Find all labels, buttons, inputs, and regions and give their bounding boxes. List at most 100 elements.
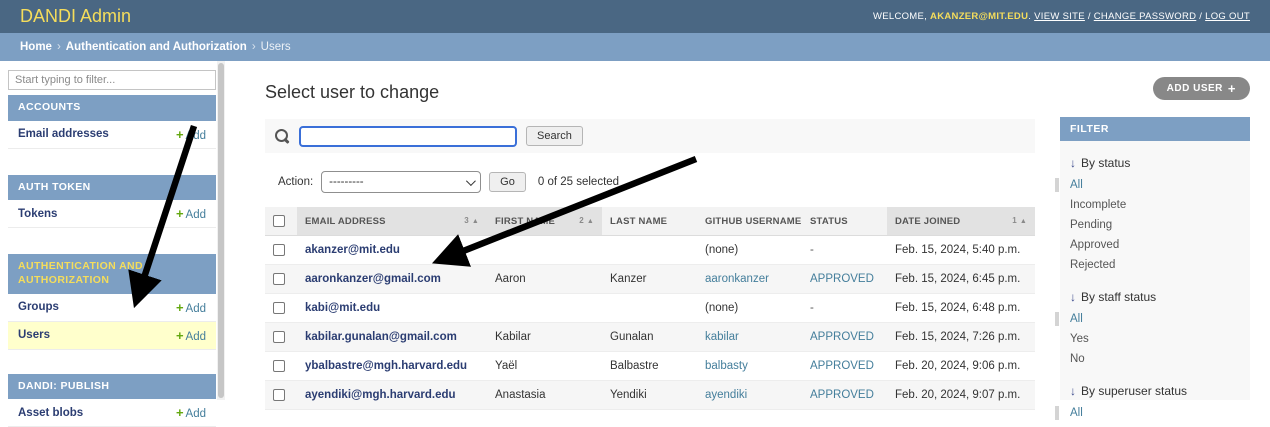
action-select[interactable]: --------- (321, 171, 481, 193)
row-checkbox[interactable] (273, 389, 285, 401)
app-title[interactable]: DANDI Admin (20, 6, 131, 27)
table-row: kabi@mit.edu (none) - Feb. 15, 2024, 6:4… (265, 294, 1035, 323)
sidebar-scrollbar[interactable] (217, 61, 225, 400)
column-label: LAST NAME (610, 216, 667, 227)
date-joined-cell: Feb. 20, 2024, 9:06 p.m. (887, 352, 1035, 381)
model-link[interactable]: Users (18, 329, 50, 341)
current-username: AKANZER@MIT.EDU (930, 11, 1028, 22)
email-link[interactable]: kabi@mit.edu (305, 302, 380, 314)
filter-group-label: By staff status (1081, 290, 1156, 304)
row-checkbox[interactable] (273, 360, 285, 372)
filter-option[interactable]: All (1060, 175, 1250, 195)
last-name-cell: Gunalan (602, 323, 697, 352)
column-header-status[interactable]: STATUS (802, 207, 887, 236)
add-link[interactable]: +Add (176, 127, 206, 142)
last-name-cell (602, 294, 697, 323)
add-user-button[interactable]: ADD USER + (1153, 77, 1250, 100)
plus-icon: + (176, 328, 184, 343)
status-value: - (810, 302, 814, 314)
search-input[interactable] (299, 126, 517, 147)
model-link[interactable]: Tokens (18, 208, 57, 220)
sort-indicator[interactable]: 2▲ (579, 216, 594, 225)
first-name-cell: Anastasia (487, 381, 602, 410)
email-cell: aaronkanzer@gmail.com (297, 265, 487, 294)
add-link[interactable]: +Add (176, 328, 206, 343)
status-cell: - (802, 294, 887, 323)
status-cell: APPROVED (802, 381, 887, 410)
down-arrow-icon: ↓ (1070, 384, 1076, 398)
last-name-cell: Balbastre (602, 352, 697, 381)
filter-option[interactable]: All (1060, 403, 1250, 423)
sort-arrow-icon: ▲ (1020, 218, 1027, 225)
scrollbar-thumb[interactable] (218, 63, 224, 398)
column-header-date-joined[interactable]: DATE JOINED 1▲ (887, 207, 1035, 236)
sidebar-item-groups[interactable]: Groups +Add (8, 294, 216, 322)
filter-group-label: By superuser status (1081, 384, 1187, 398)
sidebar-item-users[interactable]: Users +Add (8, 322, 216, 350)
sidebar-filter-input[interactable] (8, 70, 216, 90)
add-link[interactable]: +Add (176, 206, 206, 221)
email-link[interactable]: akanzer@mit.edu (305, 244, 400, 256)
column-header-github-username[interactable]: GITHUB USERNAME (697, 207, 802, 236)
row-checkbox[interactable] (273, 331, 285, 343)
row-checkbox[interactable] (273, 244, 285, 256)
filter-option[interactable]: All (1060, 309, 1250, 329)
filter-option[interactable]: Approved (1060, 235, 1250, 255)
github-link[interactable]: (none) (705, 302, 738, 314)
filter-option[interactable]: Pending (1060, 215, 1250, 235)
view-site-link[interactable]: VIEW SITE (1034, 11, 1085, 22)
change-password-link[interactable]: CHANGE PASSWORD (1094, 11, 1197, 22)
github-link[interactable]: aaronkanzer (705, 273, 769, 285)
breadcrumb-home[interactable]: Home (20, 41, 52, 53)
row-checkbox[interactable] (273, 273, 285, 285)
model-link[interactable]: Email addresses (18, 128, 109, 140)
select-all-checkbox[interactable] (273, 215, 285, 227)
log-out-link[interactable]: LOG OUT (1205, 11, 1250, 22)
github-link[interactable]: kabilar (705, 331, 739, 343)
sort-indicator[interactable]: 3▲ (464, 216, 479, 225)
filter-option[interactable]: Incomplete (1060, 195, 1250, 215)
sidebar-item-asset-blobs[interactable]: Asset blobs +Add (8, 399, 216, 427)
github-link[interactable]: (none) (705, 244, 738, 256)
status-value: APPROVED (810, 331, 874, 343)
filter-option[interactable]: No (1060, 349, 1250, 369)
filter-option[interactable]: Yes (1060, 329, 1250, 349)
model-link[interactable]: Groups (18, 301, 59, 313)
sort-priority: 2 (579, 216, 584, 225)
filter-panel: FILTER ↓By status All Incomplete Pending… (1060, 117, 1250, 400)
github-link[interactable]: balbasty (705, 360, 748, 372)
add-link[interactable]: +Add (176, 405, 206, 420)
go-button[interactable]: Go (489, 172, 526, 192)
first-name-cell: Yaël (487, 352, 602, 381)
model-link[interactable]: Asset blobs (18, 407, 83, 419)
add-label: Add (186, 303, 206, 315)
github-link[interactable]: ayendiki (705, 389, 747, 401)
email-link[interactable]: ybalbastre@mgh.harvard.edu (305, 360, 467, 372)
breadcrumb-app[interactable]: Authentication and Authorization (66, 41, 247, 53)
date-joined-cell: Feb. 15, 2024, 6:48 p.m. (887, 294, 1035, 323)
sort-indicator[interactable]: 1▲ (1012, 216, 1027, 225)
sidebar-section-auth: AUTHENTICATION AND AUTHORIZATION (8, 254, 216, 293)
filter-option[interactable]: Rejected (1060, 255, 1250, 275)
row-select-cell (265, 381, 297, 410)
add-link[interactable]: +Add (176, 300, 206, 315)
row-checkbox[interactable] (273, 302, 285, 314)
down-arrow-icon: ↓ (1070, 290, 1076, 304)
column-header-first-name[interactable]: FIRST NAME 2▲ (487, 207, 602, 236)
email-link[interactable]: aaronkanzer@gmail.com (305, 273, 441, 285)
column-header-last-name[interactable]: LAST NAME (602, 207, 697, 236)
filter-group-by-superuser-status: ↓ By superuser status (1070, 384, 1240, 398)
breadcrumb: Home › Authentication and Authorization … (0, 33, 1270, 61)
column-header-email[interactable]: EMAIL ADDRESS 3▲ (297, 207, 487, 236)
sidebar-item-email-addresses[interactable]: Email addresses +Add (8, 121, 216, 149)
sidebar-item-tokens[interactable]: Tokens +Add (8, 200, 216, 228)
last-name-cell (602, 236, 697, 265)
email-link[interactable]: ayendiki@mgh.harvard.edu (305, 389, 456, 401)
plus-icon: + (176, 300, 184, 315)
sidebar-section-accounts: ACCOUNTS (8, 95, 216, 121)
breadcrumb-current: Users (261, 41, 291, 53)
sort-arrow-icon: ▲ (587, 218, 594, 225)
row-select-cell (265, 323, 297, 352)
email-link[interactable]: kabilar.gunalan@gmail.com (305, 331, 457, 343)
search-button[interactable]: Search (526, 126, 583, 146)
